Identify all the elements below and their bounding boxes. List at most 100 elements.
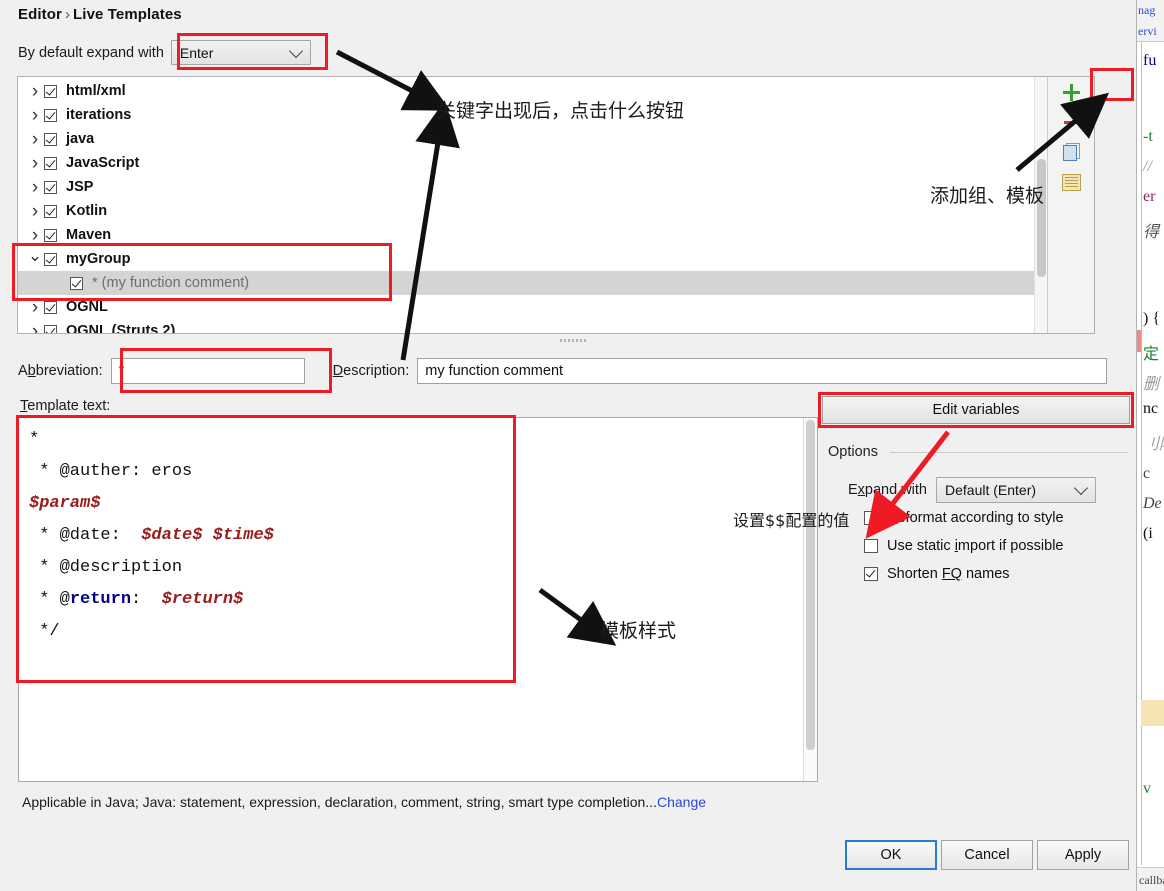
expand-with-value: Default (Enter)	[945, 482, 1037, 498]
code-line-5: * @description	[29, 558, 183, 577]
ide-code-line-13: (i	[1143, 525, 1153, 542]
chevron-down-icon[interactable]	[26, 251, 44, 268]
breadcrumb-current: Live Templates	[73, 6, 182, 23]
ide-code-line-14: v	[1143, 780, 1151, 797]
tree-item-template[interactable]: * (my function comment)	[18, 271, 1094, 295]
reformat-checkbox-label: Reformat according to style	[887, 510, 1064, 526]
tree-item-label: JSP	[66, 179, 94, 195]
ide-tab-1[interactable]: nag	[1138, 0, 1164, 21]
ide-code-line-12: De	[1143, 495, 1162, 512]
breadcrumb: Editor › Live Templates	[18, 6, 182, 23]
tree-item-checkbox[interactable]	[44, 324, 57, 333]
chevron-down-icon	[288, 43, 303, 58]
abbreviation-input[interactable]: *	[110, 358, 305, 384]
chevron-right-icon[interactable]	[26, 154, 44, 173]
default-expand-select[interactable]: Enter	[170, 40, 311, 65]
chevron-right-icon[interactable]	[26, 106, 44, 125]
tree-item-checkbox[interactable]	[44, 300, 57, 314]
ok-button[interactable]: OK	[845, 840, 937, 870]
tree-item-group[interactable]: Maven	[18, 223, 1094, 247]
ide-code-line-7: 定	[1143, 346, 1160, 363]
annotation-text-1: 关键字出现后，点击什么按钮	[437, 100, 685, 122]
tree-toolbar	[1047, 77, 1094, 333]
tree-item-checkbox[interactable]	[70, 276, 83, 290]
tree-scrollbar-thumb[interactable]	[1037, 159, 1046, 277]
editor-scrollbar[interactable]	[803, 418, 817, 781]
code-line-2: * @auther: eros	[29, 462, 193, 481]
tree-item-group[interactable]: java	[18, 127, 1094, 151]
code-line-4-var-time: $time$	[212, 526, 274, 545]
ide-code-line-5: 得	[1143, 224, 1160, 241]
add-template-button[interactable]	[1048, 77, 1094, 107]
default-expand-value: Enter	[179, 44, 214, 61]
chevron-right-icon[interactable]	[26, 202, 44, 221]
ok-button-label: OK	[880, 847, 902, 863]
tree-item-checkbox[interactable]	[44, 204, 57, 218]
tree-item-checkbox[interactable]	[44, 228, 57, 242]
splitter-grip	[560, 339, 588, 342]
tree-item-checkbox[interactable]	[44, 156, 57, 170]
duplicate-template-button[interactable]	[1048, 137, 1094, 167]
minus-icon	[1063, 120, 1079, 124]
tree-item-group[interactable]: OGNL	[18, 295, 1094, 319]
tree-item-checkbox[interactable]	[44, 132, 57, 146]
expand-with-label: Expand with	[848, 482, 927, 498]
code-line-7: */	[29, 622, 60, 641]
plus-icon	[1062, 83, 1080, 101]
tree-item-group[interactable]: JavaScript	[18, 151, 1094, 175]
abbreviation-description-row: Abbreviation: * Description: my function…	[18, 358, 1108, 384]
chevron-right-icon[interactable]	[26, 226, 44, 245]
tree-item-label: java	[66, 131, 95, 147]
ide-code-line-10: 刂随	[1143, 436, 1164, 453]
tree-item-label: iterations	[66, 107, 132, 123]
reformat-checkbox[interactable]: Reformat according to style	[864, 510, 1064, 526]
description-label: Description:	[332, 363, 410, 379]
template-text-label: Template text:	[20, 398, 111, 414]
copy-icon	[1062, 143, 1080, 161]
tree-item-label: html/xml	[66, 83, 126, 99]
breadcrumb-parent[interactable]: Editor	[18, 6, 62, 23]
chevron-right-icon[interactable]	[26, 82, 44, 101]
description-input[interactable]: my function comment	[417, 358, 1108, 384]
static-import-checkbox-label: Use static import if possible	[887, 538, 1064, 554]
chevron-right-icon[interactable]	[26, 130, 44, 149]
code-line-6-keyword: return	[69, 590, 132, 609]
tree-item-checkbox[interactable]	[44, 84, 57, 98]
copy-settings-button[interactable]	[1048, 167, 1094, 197]
template-code[interactable]: * * @auther: eros $param$ * @date: $date…	[19, 418, 817, 648]
editor-scrollbar-thumb[interactable]	[806, 420, 815, 750]
template-text-editor[interactable]: * * @auther: eros $param$ * @date: $date…	[18, 417, 818, 782]
panel-splitter[interactable]	[0, 336, 1137, 346]
ide-code-line-9: nc	[1143, 400, 1159, 417]
ide-code-line-8: 删	[1143, 376, 1160, 393]
remove-template-button[interactable]	[1048, 107, 1094, 137]
chevron-right-icon[interactable]	[26, 322, 44, 334]
tree-item-checkbox[interactable]	[44, 108, 57, 122]
tree-item-label: OGNL	[66, 299, 108, 315]
code-line-6-colon: :	[131, 590, 162, 609]
change-context-link[interactable]: Change	[657, 794, 706, 810]
shorten-fq-checkbox-label: Shorten FQ names	[887, 566, 1010, 582]
cancel-button[interactable]: Cancel	[941, 840, 1033, 870]
static-import-checkbox[interactable]: Use static import if possible	[864, 538, 1064, 554]
default-expand-label: By default expand with	[18, 44, 164, 61]
ide-code-line-2: -t	[1143, 128, 1153, 145]
tree-item-checkbox[interactable]	[44, 180, 57, 194]
tree-item-checkbox[interactable]	[44, 252, 57, 266]
live-templates-panel: Editor › Live Templates By default expand …	[0, 0, 1137, 891]
annotation-text-3: 模板样式	[600, 620, 677, 642]
chevron-right-icon[interactable]	[26, 298, 44, 317]
tree-item-group[interactable]: OGNL (Struts 2)	[18, 319, 1094, 334]
edit-variables-button[interactable]: Edit variables	[822, 396, 1130, 424]
expand-with-select[interactable]: Default (Enter)	[936, 477, 1096, 503]
chevron-right-icon[interactable]	[26, 178, 44, 197]
apply-button-label: Apply	[1064, 847, 1102, 863]
tree-item-group[interactable]: myGroup	[18, 247, 1094, 271]
annotation-text-4: 设置$$配置的值	[733, 511, 850, 530]
code-line-6-prefix: * @	[29, 590, 70, 609]
shorten-fq-checkbox[interactable]: Shorten FQ names	[864, 566, 1010, 582]
apply-button[interactable]: Apply	[1037, 840, 1129, 870]
ide-tab-2[interactable]: ervi	[1138, 21, 1164, 42]
ide-code-line-11: c	[1143, 465, 1151, 482]
ide-indent-guide	[1141, 42, 1142, 865]
